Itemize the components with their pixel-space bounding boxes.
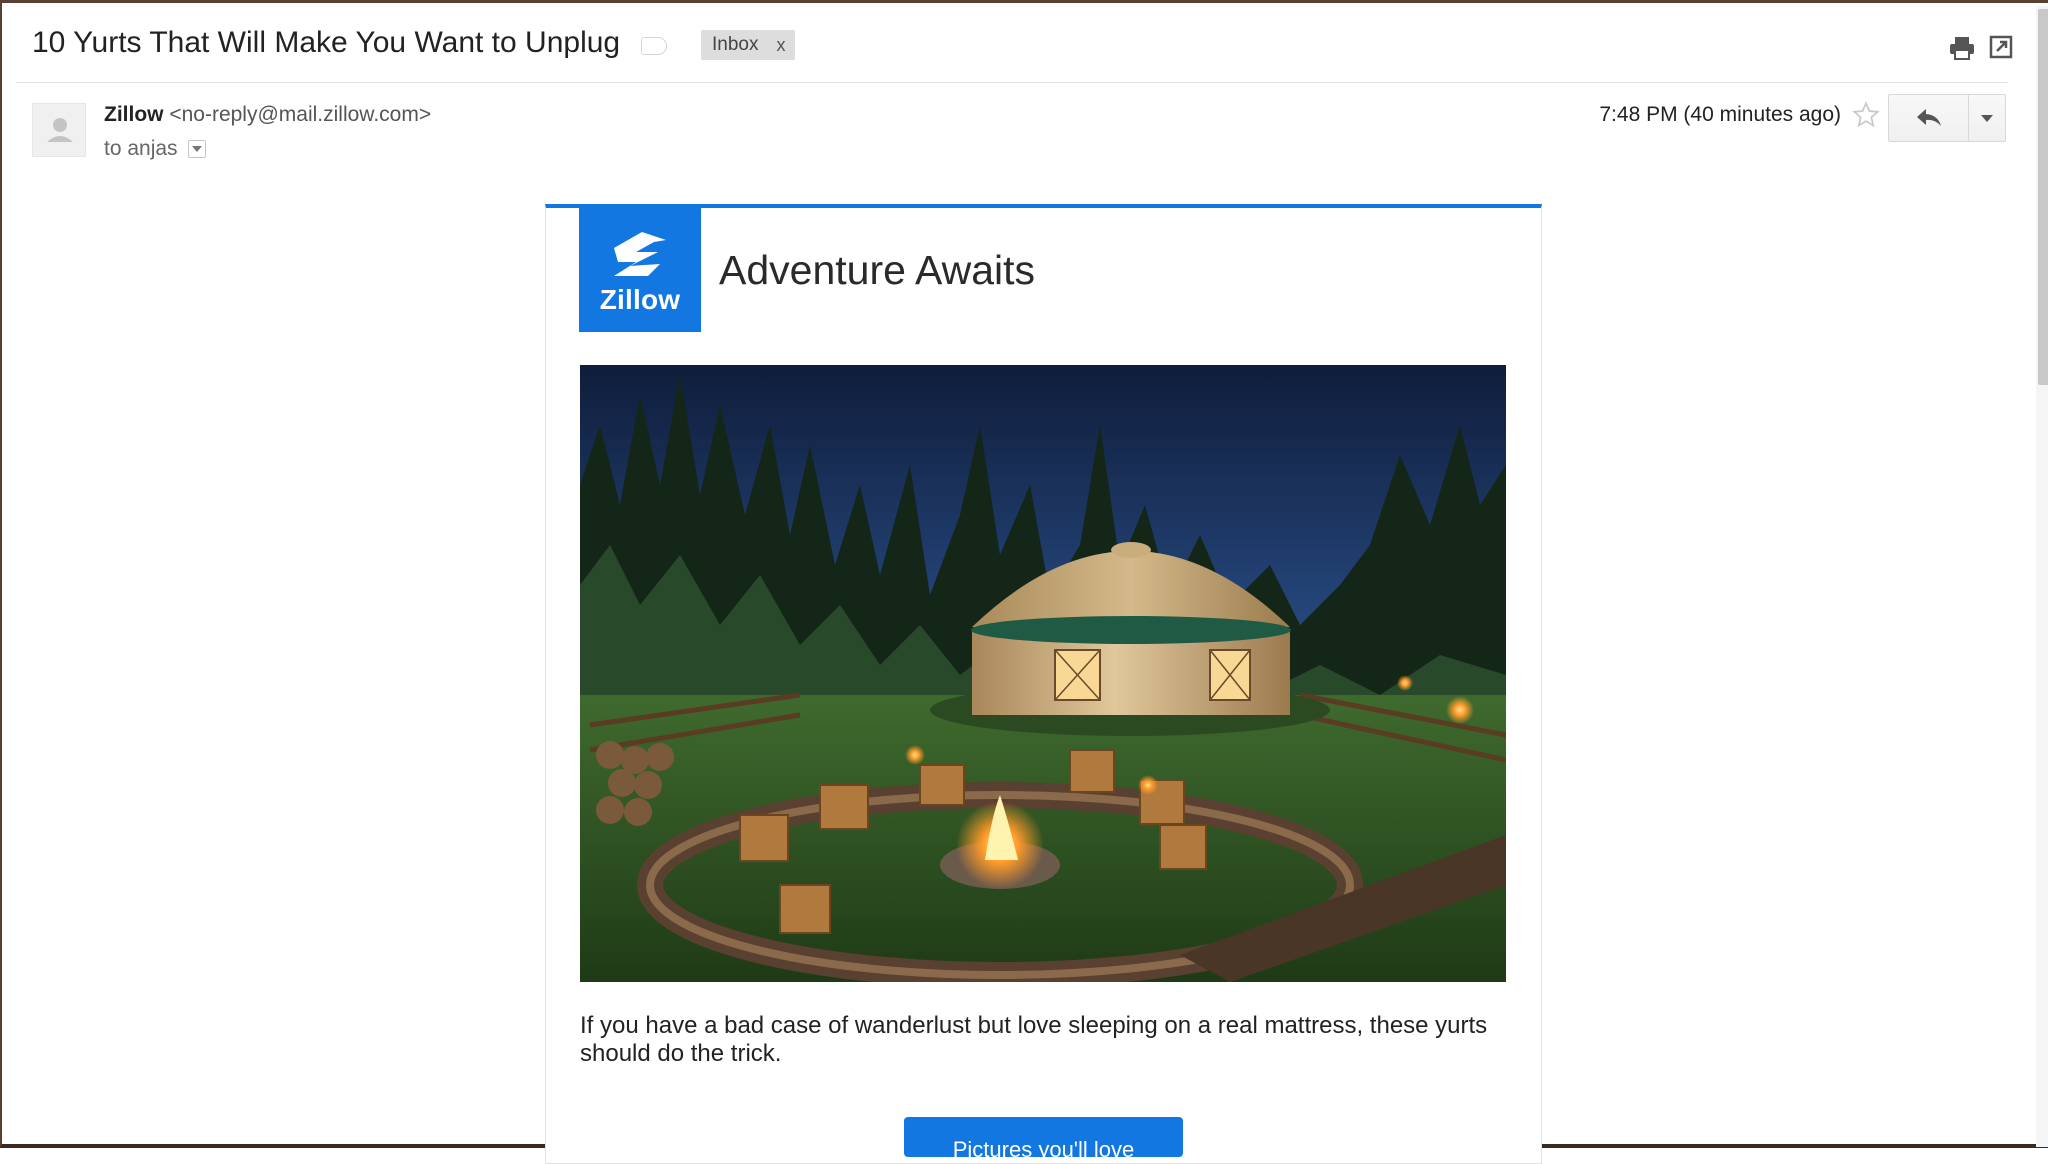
cta-button[interactable]: Pictures you'll love [904,1117,1183,1157]
importance-marker-icon[interactable] [641,37,667,55]
recipient-line: to anjas [104,137,206,161]
star-icon[interactable] [1852,101,1880,129]
timestamp: 7:48 PM (40 minutes ago) [1599,103,1841,126]
inbox-label-chip[interactable]: Inbox x [701,30,796,60]
remove-label-button[interactable]: x [768,35,795,56]
sender-name[interactable]: Zillow [104,103,164,126]
more-actions-button[interactable] [1969,95,2005,141]
reply-button-group [1888,94,2006,142]
chevron-down-icon [1981,114,1993,122]
person-icon [47,118,73,142]
logo-text: Zillow [599,284,681,315]
label-name: Inbox [712,34,759,55]
email-body-text: If you have a bad case of wanderlust but… [580,1012,1488,1067]
subject-bar: 10 Yurts That Will Make You Want to Unpl… [16,6,2013,83]
email-subject: 10 Yurts That Will Make You Want to Unpl… [32,26,621,59]
email-headline: Adventure Awaits [719,247,1036,293]
recipient-text: to anjas [104,137,178,160]
yurt-hero-image[interactable] [580,365,1506,982]
avatar [32,103,86,157]
new-window-icon[interactable] [1989,35,2013,59]
print-icon[interactable] [1948,35,1976,61]
yurt-scene-illustration [580,365,1506,982]
sender-email: <no-reply@mail.zillow.com> [169,103,432,126]
chevron-down-icon [191,146,202,152]
scrollbar-thumb[interactable] [2038,9,2048,385]
zillow-house-icon [614,232,666,276]
zillow-logo[interactable]: Zillow [579,208,701,332]
email-view: 10 Yurts That Will Make You Want to Unpl… [0,0,2048,1164]
details-dropdown-button[interactable] [187,140,206,158]
reply-icon [1916,109,1941,126]
reply-button[interactable] [1889,95,1969,141]
sender-line: Zillow <no-reply@mail.zillow.com> [104,103,431,127]
